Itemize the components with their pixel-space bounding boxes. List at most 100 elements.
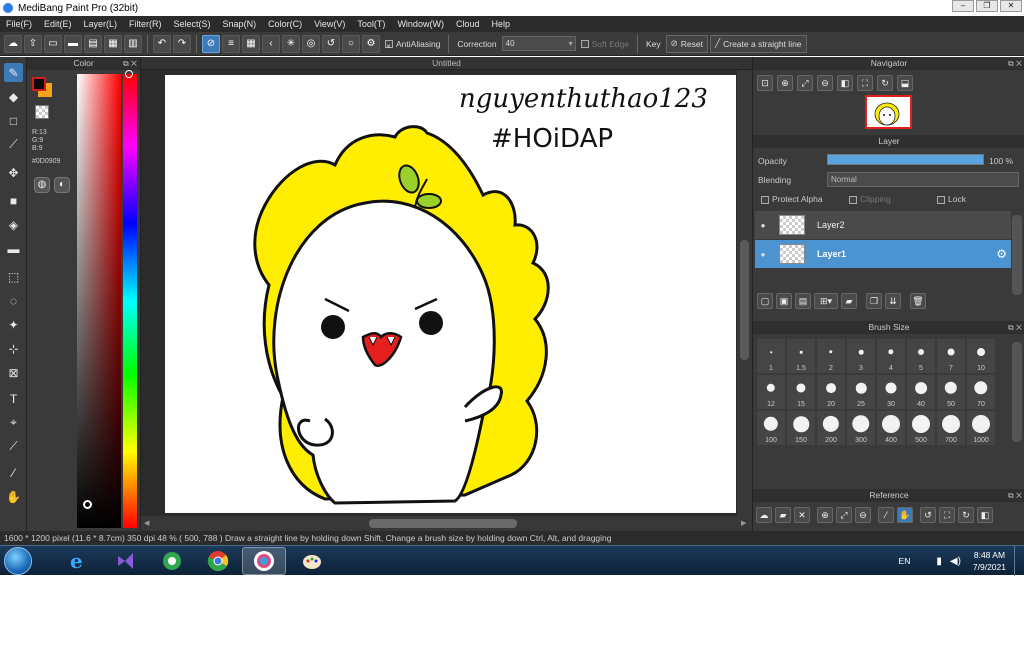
visibility-icon[interactable]: ●	[755, 221, 771, 230]
picker-marker[interactable]	[83, 500, 92, 509]
clipping-checkbox[interactable]: Clipping	[849, 194, 891, 204]
brush-size-cell[interactable]: 2	[816, 338, 846, 374]
paint-icon[interactable]	[290, 547, 334, 575]
brush-size-cell[interactable]: 4	[876, 338, 906, 374]
menu-cloud[interactable]: Cloud	[450, 19, 486, 29]
zoom-in-icon[interactable]: ⊕	[817, 507, 833, 523]
brush-size-scrollbar[interactable]	[1012, 342, 1022, 442]
brush-size-cell[interactable]: 7	[936, 338, 966, 374]
fit-icon[interactable]: ⊡	[757, 75, 773, 91]
eyedropper-tool-icon[interactable]: ⁄	[4, 463, 23, 482]
brush-size-cell[interactable]: 400	[876, 410, 906, 446]
upload-icon[interactable]: ⇧	[24, 34, 42, 53]
rotate-left-icon[interactable]: ↺	[920, 507, 936, 523]
snap-radial-icon[interactable]: ✳	[282, 34, 300, 53]
menu-edit[interactable]: Edit(E)	[38, 19, 78, 29]
split-page-icon[interactable]: ▥	[124, 34, 142, 53]
undo-icon[interactable]: ↶	[153, 34, 171, 53]
brush-size-cell[interactable]: 1.5	[786, 338, 816, 374]
visibility-icon[interactable]: ●	[755, 250, 771, 259]
transparent-color-swatch[interactable]	[35, 105, 49, 119]
internet-explorer-icon[interactable]: e	[56, 547, 100, 575]
color-settings-icon[interactable]: ◐	[54, 177, 70, 193]
brush-size-cell[interactable]: 40	[906, 374, 936, 410]
hand-icon[interactable]: ✋	[897, 507, 913, 523]
brush-size-cell[interactable]: 300	[846, 410, 876, 446]
brush-size-cell[interactable]: 25	[846, 374, 876, 410]
select-pen-tool-icon[interactable]: ⊹	[4, 339, 23, 358]
brush-size-cell[interactable]: 1000	[966, 410, 996, 446]
hand-tool-icon[interactable]: ✋	[4, 487, 23, 506]
antialiasing-checkbox[interactable]: × AntiAliasing	[385, 39, 440, 51]
close-button[interactable]: ✕	[1000, 0, 1022, 12]
snap-off-icon[interactable]: ⊘	[202, 34, 220, 53]
drawing-canvas[interactable]: nguyenthuthao123 #HOiDAP	[165, 75, 736, 513]
snap-curve-icon[interactable]: ↺	[322, 34, 340, 53]
close-reference-icon[interactable]: ✕	[794, 507, 810, 523]
page-icon[interactable]: ▤	[84, 34, 102, 53]
snap-circle-icon[interactable]: ○	[342, 34, 360, 53]
protect-alpha-checkbox[interactable]: Protect Alpha	[761, 194, 823, 204]
brush-size-cell[interactable]: 20	[816, 374, 846, 410]
rotate-icon[interactable]: ↻	[877, 75, 893, 91]
redo-icon[interactable]: ↷	[173, 34, 191, 53]
menu-snap[interactable]: Snap(N)	[217, 19, 263, 29]
reset-view-icon[interactable]: ⬓	[897, 75, 913, 91]
soft-edge-checkbox[interactable]: Soft Edge	[580, 39, 629, 49]
shape-tool-icon[interactable]: ■	[4, 191, 23, 210]
canvas-vertical-scrollbar[interactable]	[737, 70, 752, 520]
new-halftone-layer-icon[interactable]: ▣	[776, 293, 792, 309]
brush-size-cell[interactable]: 1	[756, 338, 786, 374]
blending-select[interactable]: Normal	[827, 172, 1019, 187]
snap-grid-icon[interactable]: ▦	[242, 34, 260, 53]
open-folder-icon[interactable]: ▰	[775, 507, 791, 523]
actual-size-icon[interactable]: ⤢	[836, 507, 852, 523]
snap-settings-icon[interactable]: ⚙	[362, 34, 380, 53]
panel-buttons[interactable]: ⧉ ✕	[1008, 321, 1022, 334]
clock[interactable]: 8:48 AM 7/9/2021	[973, 549, 1006, 573]
maximize-button[interactable]: ❐	[976, 0, 998, 12]
speech-bubble-icon[interactable]: ▬	[64, 34, 82, 53]
magic-wand-tool-icon[interactable]: ✦	[4, 315, 23, 334]
canvas-tab[interactable]: Untitled	[141, 57, 752, 70]
flip-icon[interactable]: ◧	[837, 75, 853, 91]
bucket-tool-icon[interactable]: ◈	[4, 215, 23, 234]
correction-select[interactable]: 40	[501, 36, 576, 51]
scroll-left-icon[interactable]: ◀	[144, 519, 149, 527]
menu-file[interactable]: File(F)	[0, 19, 38, 29]
dot-tool-icon[interactable]: □	[4, 111, 23, 130]
cloud-download-icon[interactable]: ☁	[756, 507, 772, 523]
layer-scrollbar[interactable]	[1012, 215, 1022, 295]
delete-layer-icon[interactable]: 🗑	[910, 293, 926, 309]
snap-parallel-icon[interactable]: ≡	[222, 34, 240, 53]
hue-marker[interactable]	[125, 70, 133, 78]
brush-size-cell[interactable]: 50	[936, 374, 966, 410]
saturation-value-picker[interactable]	[77, 74, 121, 528]
visual-studio-icon[interactable]	[104, 547, 148, 575]
text-tool-icon[interactable]: T	[4, 389, 23, 408]
fit-window-icon[interactable]: ⛶	[857, 75, 873, 91]
brush-size-cell[interactable]: 200	[816, 410, 846, 446]
add-layer-menu-icon[interactable]: ⊞▾	[814, 293, 838, 309]
panel-buttons[interactable]: ⧉ ✕	[123, 57, 137, 70]
palette-icon[interactable]: ◍	[34, 177, 50, 193]
network-icon[interactable]: ▮	[936, 556, 942, 567]
menu-window[interactable]: Window(W)	[391, 19, 450, 29]
new-layer-icon[interactable]: ▢	[757, 293, 773, 309]
volume-icon[interactable]: ◀)	[950, 556, 961, 567]
brush-size-cell[interactable]: 70	[966, 374, 996, 410]
brush-size-cell[interactable]: 500	[906, 410, 936, 446]
gradient-tool-icon[interactable]: ▬	[4, 239, 23, 258]
brush-size-cell[interactable]: 10	[966, 338, 996, 374]
divide-tool-icon[interactable]: ⟋	[4, 437, 23, 456]
menu-tool[interactable]: Tool(T)	[351, 19, 391, 29]
minimize-button[interactable]: –	[952, 0, 974, 12]
new-folder-icon[interactable]: ▰	[841, 293, 857, 309]
fill-brush-tool-icon[interactable]: ⟋	[4, 135, 23, 154]
scroll-right-icon[interactable]: ▶	[741, 519, 746, 527]
merge-down-icon[interactable]: ⇊	[885, 293, 901, 309]
foreground-color-swatch[interactable]	[32, 77, 46, 91]
menu-view[interactable]: View(V)	[308, 19, 351, 29]
fit-icon[interactable]: ⛶	[939, 507, 955, 523]
layer-row-layer2[interactable]: ● Layer2	[755, 211, 1011, 239]
